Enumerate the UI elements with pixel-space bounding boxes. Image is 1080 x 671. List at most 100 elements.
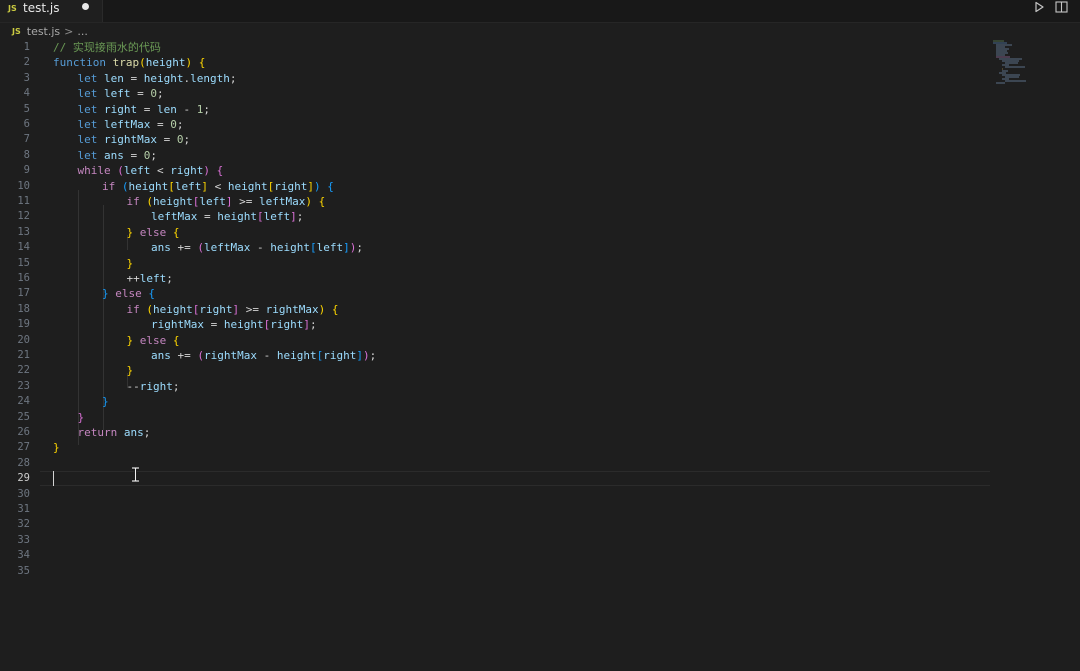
code-token: =: [130, 87, 151, 101]
code-token: ;: [143, 426, 151, 439]
code-line[interactable]: 8 let ans = 0;: [0, 148, 990, 163]
code-line[interactable]: 3 let len = height.length;: [0, 71, 990, 86]
code-line[interactable]: 12 leftMax = height[left];: [0, 209, 990, 224]
code-token: ): [203, 164, 210, 178]
line-number: 9: [23, 164, 30, 177]
code-token: len: [157, 102, 177, 116]
code-token: length: [190, 71, 230, 85]
code-line[interactable]: 16 ++left;: [0, 271, 990, 286]
code-line[interactable]: 27}: [0, 440, 990, 455]
code-token: ans: [123, 426, 144, 439]
breadcrumb-file[interactable]: test.js: [27, 25, 60, 38]
run-button[interactable]: [1028, 0, 1050, 14]
unsaved-dot-icon[interactable]: [82, 3, 89, 10]
code-token: 0: [170, 118, 177, 131]
breadcrumb: JS test.js > ...: [12, 24, 88, 38]
tab-test-js[interactable]: JS test.js: [0, 0, 103, 22]
code-token: height: [223, 318, 264, 332]
code-line[interactable]: 9 while (left < right) {: [0, 163, 990, 178]
code-line[interactable]: 5 let right = len - 1;: [0, 102, 990, 117]
line-number: 5: [23, 102, 30, 115]
line-number: 26: [17, 426, 30, 438]
code-token: ;: [166, 272, 173, 285]
code-token: }: [126, 364, 134, 378]
code-line[interactable]: 32: [0, 517, 990, 532]
code-token: while: [77, 164, 111, 178]
code-line[interactable]: 2 function trap(height) {: [0, 55, 990, 70]
code-line[interactable]: 11 if (height[left] >= leftMax) {: [0, 194, 990, 209]
code-line[interactable]: 34: [0, 548, 990, 563]
line-number: 30: [17, 487, 30, 500]
code-text: }: [78, 410, 85, 425]
code-text: let len = height.length;: [78, 71, 237, 86]
code-line[interactable]: 23 --right;: [0, 379, 990, 394]
code-line[interactable]: 29: [0, 471, 990, 486]
code-text: if (height[left] >= leftMax) {: [127, 194, 326, 209]
code-text: let ans = 0;: [78, 148, 158, 163]
code-token: height: [143, 71, 184, 85]
code-token: height: [276, 349, 317, 362]
code-line[interactable]: 7 let rightMax = 0;: [0, 132, 990, 147]
code-token: ans: [104, 148, 124, 162]
code-token: (: [117, 164, 124, 178]
breadcrumb-symbols[interactable]: ...: [77, 25, 88, 38]
code-line[interactable]: 4 let left = 0;: [0, 86, 990, 101]
code-line[interactable]: 31: [0, 502, 990, 517]
line-number: 13: [17, 225, 30, 238]
code-token: {: [172, 225, 180, 239]
code-line[interactable]: 20} else {: [0, 333, 990, 348]
line-number: 2: [23, 56, 30, 69]
code-token: ;: [309, 318, 317, 332]
code-token: ;: [176, 118, 184, 131]
code-token: return: [77, 426, 118, 439]
code-line[interactable]: 6 let leftMax = 0;: [0, 117, 990, 132]
code-line[interactable]: 1 // 实现接雨水的代码: [0, 40, 990, 55]
code-token: if: [126, 302, 140, 316]
code-token: ans: [151, 241, 171, 255]
code-line[interactable]: 21 ans += (rightMax - height[right]);: [0, 348, 990, 363]
text-cursor-icon: [132, 467, 139, 482]
code-token: // 实现接雨水的代码: [53, 41, 161, 54]
line-number: 8: [23, 148, 30, 161]
minimap[interactable]: [992, 40, 1037, 85]
code-text: if (height[left] < height[right]) {: [102, 179, 334, 194]
code-line[interactable]: 25}: [0, 410, 990, 425]
code-token: right: [199, 302, 233, 316]
code-text: rightMax = height[right];: [151, 317, 317, 332]
code-line[interactable]: 15}: [0, 256, 990, 271]
code-token: {: [216, 164, 224, 178]
code-token: (: [139, 56, 146, 70]
code-line[interactable]: 13} else {: [0, 225, 990, 240]
code-line[interactable]: 24}: [0, 394, 990, 409]
code-token: (: [121, 179, 129, 193]
code-line[interactable]: 10 if (height[left] < height[right]) {: [0, 179, 990, 194]
code-line[interactable]: 19 rightMax = height[right];: [0, 317, 990, 332]
code-line[interactable]: 22}: [0, 363, 990, 378]
code-token: let: [77, 71, 98, 85]
code-line[interactable]: 35: [0, 564, 990, 579]
code-token: (: [197, 241, 204, 255]
code-text: ans += (leftMax - height[left]);: [151, 240, 363, 255]
javascript-file-icon: JS: [12, 26, 21, 36]
code-token: [: [309, 241, 317, 255]
code-token: ]: [225, 195, 233, 208]
code-line[interactable]: 26 return ans;: [0, 425, 990, 440]
split-editor-button[interactable]: [1050, 0, 1072, 14]
code-token: }: [53, 441, 60, 455]
code-line[interactable]: 30: [0, 487, 990, 502]
code-token: --: [126, 379, 140, 393]
code-token: ]: [290, 210, 297, 224]
breadcrumb-separator: >: [64, 24, 74, 38]
code-token: left: [104, 87, 131, 101]
code-editor[interactable]: 1// 实现接雨水的代码 2 function trap(height) {3 let…: [0, 40, 1080, 671]
code-line[interactable]: 28: [0, 456, 990, 471]
code-line[interactable]: 33: [0, 533, 990, 548]
code-line[interactable]: 18 if (height[right] >= rightMax) {: [0, 302, 990, 317]
code-line[interactable]: 14 ans += (leftMax - height[left]);: [0, 240, 990, 255]
code-line[interactable]: 17} else {: [0, 286, 990, 301]
